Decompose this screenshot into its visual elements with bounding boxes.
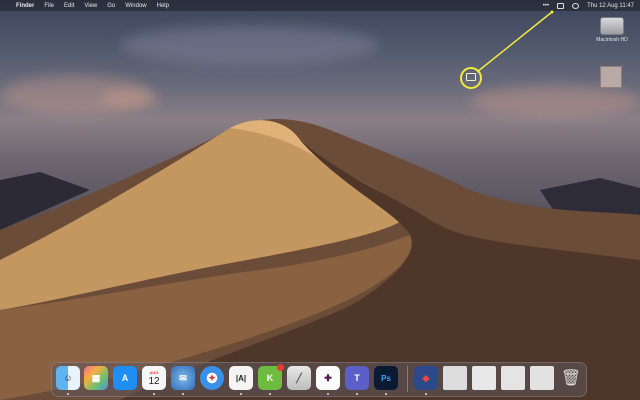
running-indicator — [182, 393, 184, 395]
macintosh-hd-icon[interactable]: Macintosh HD — [590, 17, 634, 43]
app-k-icon[interactable]: K — [258, 364, 284, 390]
text-editor-icon[interactable]: |A| — [229, 366, 253, 390]
hard-drive-icon — [600, 17, 624, 35]
minimized-window-icon[interactable] — [530, 366, 554, 390]
teams-icon[interactable]: T — [345, 366, 369, 390]
running-indicator — [425, 393, 427, 395]
notes-icon[interactable]: ╱ — [287, 366, 311, 390]
notification-badge — [277, 364, 284, 371]
dock-separator — [407, 366, 408, 392]
photoshop-label: Ps — [381, 373, 391, 383]
app-store-icon[interactable]: A — [113, 366, 137, 390]
running-indicator — [240, 393, 242, 395]
photoshop-icon[interactable]: Ps — [374, 366, 398, 390]
slack-icon[interactable]: ✚ — [316, 366, 340, 390]
minimized-window-icon[interactable] — [472, 366, 496, 390]
finder-icon[interactable]: ☺ — [56, 366, 80, 390]
running-indicator — [356, 393, 358, 395]
minimized-window-icon[interactable]: ◆ — [414, 366, 438, 390]
running-indicator — [385, 393, 387, 395]
macintosh-hd-label: Macintosh HD — [596, 37, 628, 43]
trash-icon[interactable]: 🗑 — [559, 366, 583, 390]
minimized-window-icon[interactable] — [443, 366, 467, 390]
screen-mirroring-icon — [466, 73, 476, 81]
minimized-window-icon[interactable] — [501, 366, 525, 390]
launchpad-icon[interactable]: ▦ — [84, 366, 108, 390]
desktop-file-icon[interactable] — [594, 66, 628, 88]
calendar-day: 12 — [148, 375, 160, 387]
running-indicator — [67, 393, 69, 395]
running-indicator — [153, 393, 155, 395]
running-indicator — [327, 393, 329, 395]
file-thumbnail-icon — [600, 66, 622, 88]
annotation-arrow — [476, 10, 554, 73]
mail-icon[interactable]: ✉ — [171, 366, 195, 390]
safari-icon[interactable]: ✦ — [200, 366, 224, 390]
running-indicator — [269, 393, 271, 395]
calendar-icon[interactable]: AUG 12 — [142, 366, 166, 390]
